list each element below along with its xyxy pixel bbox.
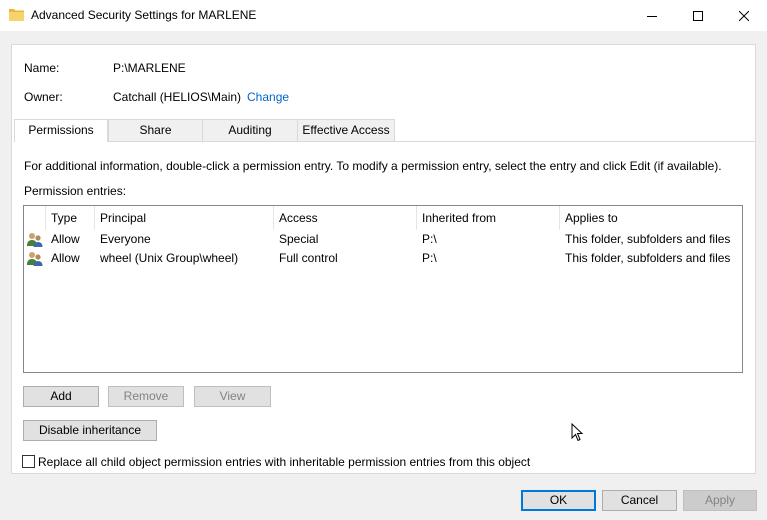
view-button[interactable]: View — [194, 386, 271, 407]
owner-value: Catchall (HELIOS\Main) — [113, 90, 242, 104]
owner-label: Owner: — [24, 90, 63, 104]
row-access: Full control — [279, 251, 338, 265]
row-applies-to: This folder, subfolders and files — [565, 232, 731, 246]
permissions-info-text: For additional information, double-click… — [24, 159, 722, 173]
tab-share[interactable]: Share — [108, 119, 203, 141]
tab-effective-access[interactable]: Effective Access — [297, 119, 395, 141]
folder-icon — [9, 9, 24, 21]
maximize-button[interactable] — [675, 0, 721, 31]
row-principal: Everyone — [100, 232, 151, 246]
minimize-icon — [647, 15, 657, 17]
minimize-button[interactable] — [629, 0, 675, 31]
column-header-icon[interactable] — [24, 206, 46, 230]
row-inherited-from: P:\ — [422, 251, 437, 265]
maximize-icon — [693, 10, 703, 21]
disable-inheritance-button[interactable]: Disable inheritance — [23, 420, 157, 441]
close-icon — [739, 10, 749, 21]
change-owner-link[interactable]: Change — [247, 90, 289, 104]
group-users-icon — [27, 252, 43, 266]
remove-button[interactable]: Remove — [108, 386, 184, 407]
column-header-type[interactable]: Type — [46, 206, 95, 230]
permission-entries-label: Permission entries: — [24, 184, 127, 198]
row-principal: wheel (Unix Group\wheel) — [100, 251, 239, 265]
tab-auditing[interactable]: Auditing — [202, 119, 298, 141]
text-cursor-icon — [571, 423, 584, 442]
column-header-inherited-from[interactable]: Inherited from — [417, 206, 560, 230]
ok-button[interactable]: OK — [521, 490, 596, 511]
window-title: Advanced Security Settings for MARLENE — [31, 8, 257, 22]
add-button[interactable]: Add — [23, 386, 99, 407]
close-button[interactable] — [721, 0, 767, 31]
apply-button[interactable]: Apply — [683, 490, 757, 511]
column-header-principal[interactable]: Principal — [95, 206, 274, 230]
name-value: P:\MARLENE — [113, 61, 186, 75]
row-type: Allow — [51, 251, 80, 265]
cancel-button[interactable]: Cancel — [602, 490, 677, 511]
table-row[interactable]: Allow Everyone Special P:\ This folder, … — [24, 230, 742, 249]
permission-entries-list[interactable]: Type Principal Access Inherited from App… — [23, 205, 743, 373]
replace-child-permissions-checkbox[interactable] — [22, 455, 35, 468]
table-row[interactable]: Allow wheel (Unix Group\wheel) Full cont… — [24, 249, 742, 268]
row-access: Special — [279, 232, 319, 246]
row-inherited-from: P:\ — [422, 232, 437, 246]
group-users-icon — [27, 233, 43, 247]
replace-child-permissions-label: Replace all child object permission entr… — [38, 455, 531, 469]
name-label: Name: — [24, 61, 60, 75]
tab-divider — [14, 141, 755, 142]
row-type: Allow — [51, 232, 80, 246]
column-header-access[interactable]: Access — [274, 206, 417, 230]
title-bar: Advanced Security Settings for MARLENE — [0, 0, 767, 31]
tab-permissions[interactable]: Permissions — [14, 119, 108, 142]
column-header-applies-to[interactable]: Applies to — [560, 206, 742, 230]
row-applies-to: This folder, subfolders and files — [565, 251, 731, 265]
